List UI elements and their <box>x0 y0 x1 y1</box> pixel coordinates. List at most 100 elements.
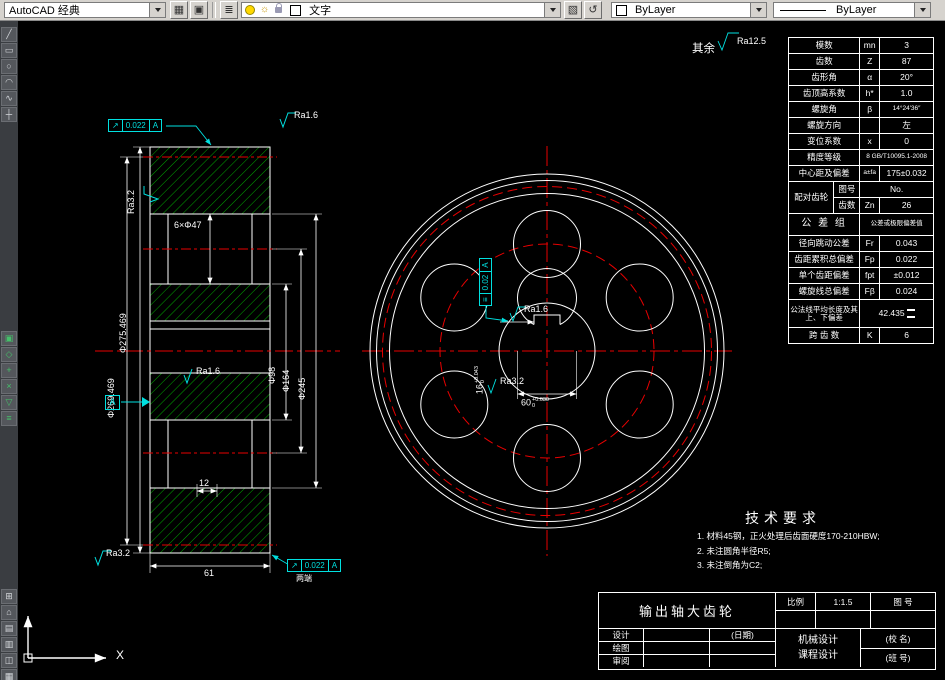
param-sublabel: 齿数 <box>833 197 861 214</box>
chevron-down-icon[interactable] <box>544 3 560 17</box>
hatch-tool-icon[interactable]: ┼ <box>1 107 17 122</box>
param-symbol: β <box>859 101 881 118</box>
misc-tool-group: ⊞ ⌂ ▤ ▥ ◫ ▦ <box>1 588 17 680</box>
layers-icon: ≣ <box>224 3 234 16</box>
roughness-mid: Ra1.6 <box>196 366 221 376</box>
title-block-title: 输出轴大齿轮 <box>599 593 776 629</box>
spline-tool-icon[interactable]: ∿ <box>1 91 17 106</box>
ucs-x-label: X <box>116 648 125 662</box>
scale-label: 比例 <box>776 593 816 611</box>
layer-combobox[interactable]: ☼ 文字 <box>241 2 561 18</box>
param-value: 6 <box>879 327 934 344</box>
param-label: 螺旋方向 <box>787 117 861 134</box>
course-name: 机械设计 课程设计 <box>776 629 861 667</box>
block-tool-icon[interactable]: ▥ <box>1 637 17 652</box>
gdt-datum: A <box>327 560 340 571</box>
param-value: 14°24′36″ <box>879 101 934 118</box>
dim-bore: 60 +0.030 0 <box>521 397 549 409</box>
tech-req-item: 1. 材料45钢，正火处理后齿面硬度170-210HBW; <box>697 531 880 541</box>
empty-cell <box>871 611 935 629</box>
tech-req-item: 2. 未注圆角半径R5; <box>697 546 771 556</box>
line-tool-icon[interactable]: ╱ <box>1 27 17 42</box>
param-symbol: fpt <box>859 267 881 284</box>
rotate-tool-icon[interactable]: ◇ <box>1 347 17 362</box>
roughness-top: Ra1.6 <box>294 110 319 120</box>
chevron-down-icon[interactable] <box>750 3 766 17</box>
roughness-bott: Ra3.2 <box>106 548 131 558</box>
gdt-frame-keyway: ≡ 0.02 A <box>479 258 492 306</box>
array-tool-icon[interactable]: ⊞ <box>1 589 17 604</box>
modify-tool-group: ▣ ◇ + × ▽ ≡ <box>1 330 17 427</box>
dim-bore-main: 60 <box>521 397 532 408</box>
offset-tool-icon[interactable]: ≡ <box>1 411 17 426</box>
param-value: 公差或极限偏差值 <box>859 213 934 236</box>
drawing-no-label: 图 号 <box>871 593 935 611</box>
view-tool-icon[interactable]: ◫ <box>1 653 17 668</box>
layer-properties-button[interactable]: ≣ <box>220 1 238 19</box>
param-label: 单个齿距偏差 <box>787 267 861 284</box>
gdt-tolerance: 0.02 <box>480 271 491 295</box>
param-value: 1.0 <box>879 85 934 102</box>
param-label: 公法线平均长度及其上、下偏差 <box>787 299 861 328</box>
copy-tool-icon[interactable]: + <box>1 363 17 378</box>
layer-color-chip <box>290 4 302 16</box>
param-label: 齿数 <box>787 53 861 70</box>
chevron-down-icon[interactable] <box>914 3 930 17</box>
param-symbol: a±fa <box>859 165 881 182</box>
chevron-down-icon[interactable] <box>149 3 165 17</box>
draw-tool-group: ╱ ▭ ○ ◠ ∿ ┼ <box>1 26 17 123</box>
layer-name: 文字 <box>309 5 332 17</box>
workspace-combobox[interactable]: AutoCAD 经典 <box>4 2 166 18</box>
scale-value: 1:1.5 <box>816 593 871 611</box>
param-label: 跨 齿 数 <box>787 327 861 344</box>
layer-states-button[interactable]: ▧ <box>564 1 582 19</box>
empty-cell <box>710 642 776 655</box>
tech-req-title: 技术要求 <box>745 510 821 526</box>
color-combobox[interactable]: ByLayer <box>611 2 767 18</box>
linetype-preview-icon <box>780 9 826 11</box>
dim-bolt-circle: Φ164 <box>281 369 291 392</box>
empty-cell <box>644 629 710 642</box>
erase-tool-icon[interactable]: × <box>1 379 17 394</box>
workspace-settings-button[interactable]: ▦ <box>170 1 188 19</box>
table-tool-icon[interactable]: ▤ <box>1 621 17 636</box>
home-tool-icon[interactable]: ⌂ <box>1 605 17 620</box>
tool-palettes-button[interactable]: ▣ <box>190 1 208 19</box>
param-symbol: h* <box>859 85 881 102</box>
color-value: ByLayer <box>635 4 676 16</box>
param-label: 齿顶高系数 <box>787 85 861 102</box>
dim-width: 61 <box>204 568 215 578</box>
param-value-text: 42.435 <box>878 307 905 318</box>
mirror-tool-icon[interactable]: ▽ <box>1 395 17 410</box>
layer-on-icon <box>245 5 255 15</box>
designer-label: 设计 <box>599 629 644 642</box>
param-value: 3 <box>879 37 934 54</box>
layer-previous-button[interactable]: ↺ <box>584 1 602 19</box>
param-label: 精度等级 <box>787 149 861 166</box>
grid-tool-icon[interactable]: ▦ <box>1 669 17 680</box>
gdt-frame-top: ↗ 0.022 A <box>108 119 163 132</box>
gdt-tolerance: 0.022 <box>121 120 149 131</box>
param-value: 175±0.032 <box>879 165 934 182</box>
drawing-canvas[interactable]: .dim{marker-start:url(#aw);marker-end:ur… <box>0 0 945 680</box>
param-label: 螺旋线总偏差 <box>787 283 861 300</box>
gdt-symbol: ↗ <box>291 561 298 570</box>
rectangle-tool-icon[interactable]: ▭ <box>1 43 17 58</box>
dim-rim-diameter: Φ245 <box>297 377 307 400</box>
circle-tool-icon[interactable]: ○ <box>1 59 17 74</box>
title-block: 输出轴大齿轮 比例 1:1.5 图 号 设计 (日期) 绘图 审阅 机械设计 课… <box>598 592 936 670</box>
param-value: 87 <box>879 53 934 70</box>
current-color-chip <box>616 4 627 16</box>
linetype-combobox[interactable]: ByLayer <box>773 2 931 18</box>
move-tool-icon[interactable]: ▣ <box>1 331 17 346</box>
param-label: 齿距累积总偏差 <box>787 251 861 268</box>
empty-cell <box>816 611 871 629</box>
param-value: 0.043 <box>879 235 934 252</box>
arc-tool-icon[interactable]: ◠ <box>1 75 17 90</box>
param-value: ±0.012 <box>879 267 934 284</box>
param-value: 左 <box>879 117 934 134</box>
gdt-symbol: ↗ <box>112 121 119 130</box>
gear-parameter-table: 模数 mn 3 齿数 Z 87 齿形角 α 20° 齿顶高系数 h* 1.0 螺旋角 β 14°24… <box>787 37 934 344</box>
param-symbol: Zn <box>859 197 881 214</box>
param-sublabel: 图号 <box>833 181 861 198</box>
